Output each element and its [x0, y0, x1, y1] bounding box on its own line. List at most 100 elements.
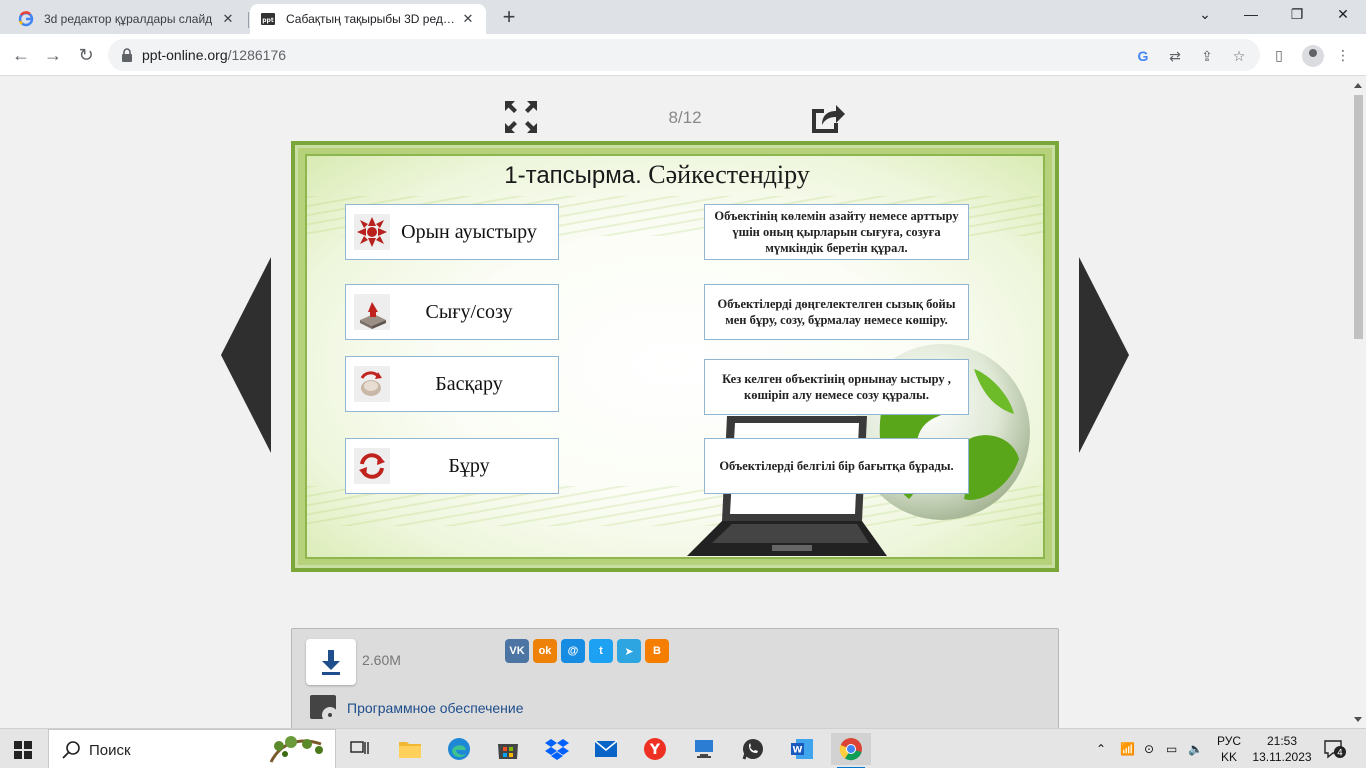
search-highlight-image	[269, 736, 323, 763]
volume-icon[interactable]: 🔈	[1188, 729, 1203, 768]
twitter-icon[interactable]: t	[589, 639, 613, 663]
tool-box-rotate: Бұру	[345, 438, 559, 494]
file-explorer-icon[interactable]	[390, 733, 430, 765]
move-tool-icon	[354, 214, 390, 250]
address-bar[interactable]: ppt-online.org/1286176 G ⇄ ⇪ ☆	[108, 39, 1260, 71]
reload-button[interactable]: ↻	[75, 44, 97, 66]
slide-counter: 8/12	[668, 108, 702, 127]
microsoft-store-icon[interactable]	[488, 733, 528, 765]
description-box: Кез келген объектінің орнынау ыстыру , к…	[704, 359, 969, 415]
scroll-down-arrow[interactable]	[1354, 717, 1362, 722]
notification-center-icon[interactable]: 4	[1324, 739, 1346, 759]
tab-title: 3d редактор құралдары слайд	[44, 12, 213, 26]
google-g-icon	[18, 11, 34, 27]
minimize-button[interactable]: —	[1236, 6, 1266, 26]
battery-icon[interactable]: ▭	[1166, 729, 1177, 768]
bookmark-star-icon[interactable]: ☆	[1230, 47, 1248, 65]
new-tab-button[interactable]: +	[498, 6, 520, 29]
tab-strip: 3d редактор құралдары слайд ✕ ppt Сабақт…	[0, 0, 1366, 34]
software-category-icon	[310, 695, 338, 723]
side-panel-icon[interactable]: ▯	[1270, 46, 1288, 64]
tool-box-extrude: Сығу/созу	[345, 284, 559, 340]
scroll-thumb[interactable]	[1354, 95, 1363, 339]
remote-desktop-icon[interactable]	[684, 733, 724, 765]
moimir-icon[interactable]: @	[561, 639, 585, 663]
next-slide-arrow[interactable]	[1079, 257, 1129, 453]
share-icon[interactable]	[808, 99, 846, 135]
close-icon[interactable]: ✕	[220, 11, 236, 27]
category-link[interactable]: Программное обеспечение	[347, 700, 524, 716]
taskbar-search-box[interactable]: Поиск	[48, 729, 336, 768]
mail-icon[interactable]	[586, 733, 626, 765]
edge-icon[interactable]	[439, 733, 479, 765]
description-box: Объектілерді дөңгелектелген сызық бойы м…	[704, 284, 969, 340]
tool-label: Сығу/созу	[425, 300, 513, 323]
profile-avatar[interactable]	[1302, 45, 1324, 67]
slide-canvas: 1-тапсырма. Сәйкестендіру Орын ауыстыру …	[305, 154, 1045, 559]
blogger-icon[interactable]: B	[645, 639, 669, 663]
lang-top: РУС	[1216, 734, 1242, 748]
url-host: ppt-online.org	[142, 47, 228, 63]
download-button[interactable]	[306, 639, 356, 685]
social-share-buttons: VK ok @ t ➤ B	[505, 639, 669, 663]
close-icon[interactable]: ✕	[460, 11, 476, 27]
slide-title-number: 1-тапсырма.	[504, 162, 642, 189]
prev-slide-arrow[interactable]	[221, 257, 271, 453]
task-view-icon[interactable]	[340, 733, 380, 765]
yandex-browser-icon[interactable]: Y	[635, 733, 675, 765]
menu-kebab-icon[interactable]: ⋮	[1334, 46, 1352, 64]
scroll-up-arrow[interactable]	[1354, 83, 1362, 88]
odnoklassniki-icon[interactable]: ok	[533, 639, 557, 663]
clock-time: 21:53	[1266, 734, 1298, 748]
tray-overflow-chevron-icon[interactable]: ⌃	[1096, 729, 1106, 768]
tool-label: Бұру	[448, 454, 490, 477]
close-window-button[interactable]: ✕	[1328, 6, 1358, 26]
translate-icon[interactable]: ⇄	[1166, 47, 1184, 65]
download-icon	[322, 650, 340, 675]
slide-frame: 1-тапсырма. Сәйкестендіру Орын ауыстыру …	[295, 145, 1055, 568]
clock-date: 13.11.2023	[1252, 750, 1312, 764]
share-page-icon[interactable]: ⇪	[1198, 47, 1216, 65]
vpn-status-icon[interactable]: ⊙	[1144, 729, 1154, 768]
forward-button[interactable]: →	[42, 44, 64, 66]
system-clock[interactable]: 21:53 13.11.2023	[1252, 733, 1312, 765]
svg-text:Y: Y	[649, 742, 661, 758]
network-icon[interactable]: 📶	[1120, 729, 1135, 768]
extrude-tool-icon	[354, 294, 390, 330]
tab-lesson-topic[interactable]: ppt Сабақтың тақырыбы 3D редакт ✕	[250, 4, 486, 34]
svg-text:W: W	[793, 746, 803, 756]
rotate-tool-icon	[354, 448, 390, 484]
whatsapp-icon[interactable]	[733, 733, 773, 765]
slide-title-text: Сәйкестендіру	[641, 160, 810, 189]
description-box: Объектілерді белгілі бір бағытқа бұрады.	[704, 438, 969, 494]
slide: 1-тапсырма. Сәйкестендіру Орын ауыстыру …	[291, 141, 1059, 572]
file-size: 2.60M	[362, 652, 401, 668]
windows-taskbar: Поиск Y W ⌃ 📶 ⊙ ▭ 🔈 РУС KK 21:53 13.11.202…	[0, 728, 1366, 768]
google-lens-icon[interactable]: G	[1134, 47, 1152, 65]
word-icon[interactable]: W	[782, 733, 822, 765]
page-scrollbar[interactable]	[1350, 77, 1366, 728]
tab-search-chevron-icon[interactable]: ⌄	[1190, 6, 1220, 26]
tool-label: Орын ауыстыру	[401, 220, 537, 243]
telegram-icon[interactable]: ➤	[617, 639, 641, 663]
dropbox-icon[interactable]	[537, 733, 577, 765]
fullscreen-icon[interactable]	[503, 99, 539, 135]
back-button[interactable]: ←	[10, 44, 32, 66]
slide-title: 1-тапсырма. Сәйкестендіру	[457, 160, 857, 190]
page-content: 8/12 1-тапсырма. Сәйкестендіру Орын ауыс…	[0, 77, 1350, 728]
lock-icon	[122, 48, 132, 62]
ppt-icon: ppt	[260, 11, 276, 27]
presentation-info-panel: 2.60M VK ok @ t ➤ B Программное обеспече…	[291, 628, 1059, 728]
search-placeholder: Поиск	[89, 742, 131, 759]
svg-text:ppt: ppt	[262, 17, 274, 24]
vk-icon[interactable]: VK	[505, 639, 529, 663]
windows-start-icon[interactable]	[14, 741, 32, 759]
manipulate-tool-icon	[354, 366, 390, 402]
chrome-icon[interactable]	[831, 733, 871, 768]
input-language-indicator[interactable]: РУС KK	[1212, 733, 1246, 765]
tab-3d-editor-tools[interactable]: 3d редактор құралдары слайд ✕	[8, 4, 249, 34]
tool-box-manipulate: Басқару	[345, 356, 559, 412]
toolbar: ← → ↻ ppt-online.org/1286176 G ⇄ ⇪ ☆ ▯ ⋮	[0, 34, 1366, 76]
tool-box-move: Орын ауыстыру	[345, 204, 559, 260]
restore-button[interactable]: ❐	[1282, 6, 1312, 26]
